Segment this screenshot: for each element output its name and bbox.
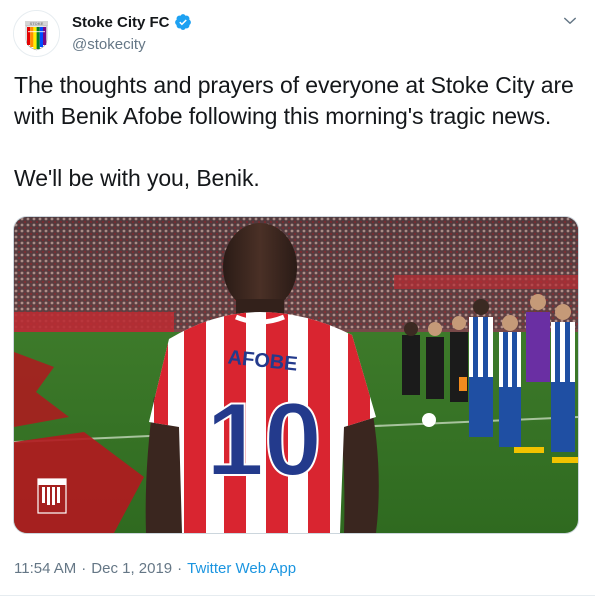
meta-separator: · bbox=[81, 560, 87, 577]
stadium-photo: AFOBE 10 bbox=[14, 217, 578, 533]
tweet-meta: 11:54 AM · Dec 1, 2019 · Twitter Web App bbox=[14, 560, 296, 577]
tweet-source-link[interactable]: Twitter Web App bbox=[187, 560, 296, 577]
tweet-text: The thoughts and prayers of everyone at … bbox=[14, 70, 584, 194]
tweet-photo[interactable]: AFOBE 10 bbox=[13, 216, 579, 534]
stoke-rainbow-crest-icon: STOKE bbox=[14, 11, 59, 56]
tweet-card: STOKE Stoke City FC @stokecity The thoug… bbox=[0, 0, 595, 596]
chevron-down-icon[interactable] bbox=[561, 12, 579, 30]
tweet-time[interactable]: 11:54 AM bbox=[14, 560, 76, 577]
avatar[interactable]: STOKE bbox=[13, 10, 60, 57]
author-handle[interactable]: @stokecity bbox=[72, 36, 146, 53]
meta-separator: · bbox=[177, 560, 183, 577]
shirt-number: 10 bbox=[206, 382, 322, 498]
tweet-date[interactable]: Dec 1, 2019 bbox=[91, 560, 172, 577]
verified-badge-icon bbox=[174, 14, 191, 30]
author-name-link[interactable]: Stoke City FC bbox=[72, 13, 192, 31]
tweet-paragraph: We'll be with you, Benik. bbox=[14, 165, 260, 191]
crest-text: STOKE bbox=[30, 21, 44, 26]
display-name: Stoke City FC bbox=[72, 13, 170, 31]
tweet-paragraph: The thoughts and prayers of everyone at … bbox=[14, 72, 574, 129]
